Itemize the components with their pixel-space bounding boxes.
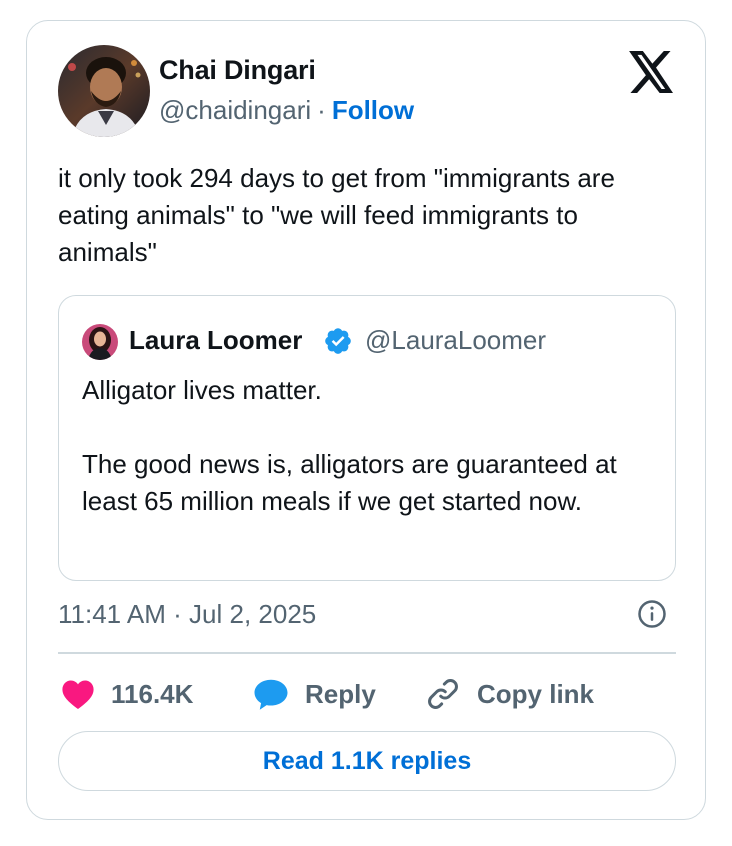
x-logo-icon[interactable] bbox=[629, 51, 675, 93]
quoted-tweet[interactable]: Laura Loomer @LauraLoomer Alligator live… bbox=[58, 295, 676, 581]
quoted-tweet-text: Alligator lives matter. The good news is… bbox=[82, 372, 662, 520]
reply-label: Reply bbox=[305, 678, 376, 709]
profile-photo-icon bbox=[58, 45, 150, 137]
quoted-author-avatar bbox=[82, 324, 118, 360]
reply-button[interactable]: Reply bbox=[253, 674, 376, 714]
copy-link-button[interactable]: Copy link bbox=[425, 674, 594, 714]
follow-link[interactable]: Follow bbox=[332, 95, 414, 125]
like-count: 116.4K bbox=[111, 678, 194, 709]
link-icon bbox=[428, 679, 458, 709]
author-name[interactable]: Chai Dingari bbox=[159, 55, 316, 86]
profile-photo-icon bbox=[82, 324, 118, 360]
reply-bubble-icon bbox=[254, 679, 288, 710]
author-handle[interactable]: @chaidingari bbox=[159, 95, 311, 125]
like-button[interactable]: 116.4K bbox=[61, 674, 193, 714]
separator-dot: · bbox=[317, 95, 326, 125]
quoted-author-handle: @LauraLoomer bbox=[365, 325, 547, 355]
quoted-author-name: Laura Loomer bbox=[129, 325, 303, 355]
copy-link-label: Copy link bbox=[477, 678, 595, 709]
heart-icon bbox=[62, 680, 94, 710]
author-avatar[interactable] bbox=[58, 45, 150, 137]
verified-badge-icon bbox=[325, 328, 351, 354]
read-replies-button[interactable]: Read 1.1K replies bbox=[58, 731, 676, 791]
tweet-text: it only took 294 days to get from "immig… bbox=[58, 163, 615, 267]
tweet-embed-card: Chai Dingari @chaidingari · Follow it only… bbox=[26, 20, 706, 820]
divider bbox=[58, 652, 676, 654]
author-handle-row: @chaidingari · Follow bbox=[159, 95, 414, 126]
info-icon[interactable] bbox=[637, 599, 667, 629]
tweet-timestamp[interactable]: 11:41 AM · Jul 2, 2025 bbox=[58, 599, 316, 630]
quoted-paragraph: The good news is, alligators are guarant… bbox=[82, 449, 617, 516]
quoted-paragraph: Alligator lives matter. bbox=[82, 375, 322, 405]
read-replies-label: Read 1.1K replies bbox=[262, 746, 472, 775]
